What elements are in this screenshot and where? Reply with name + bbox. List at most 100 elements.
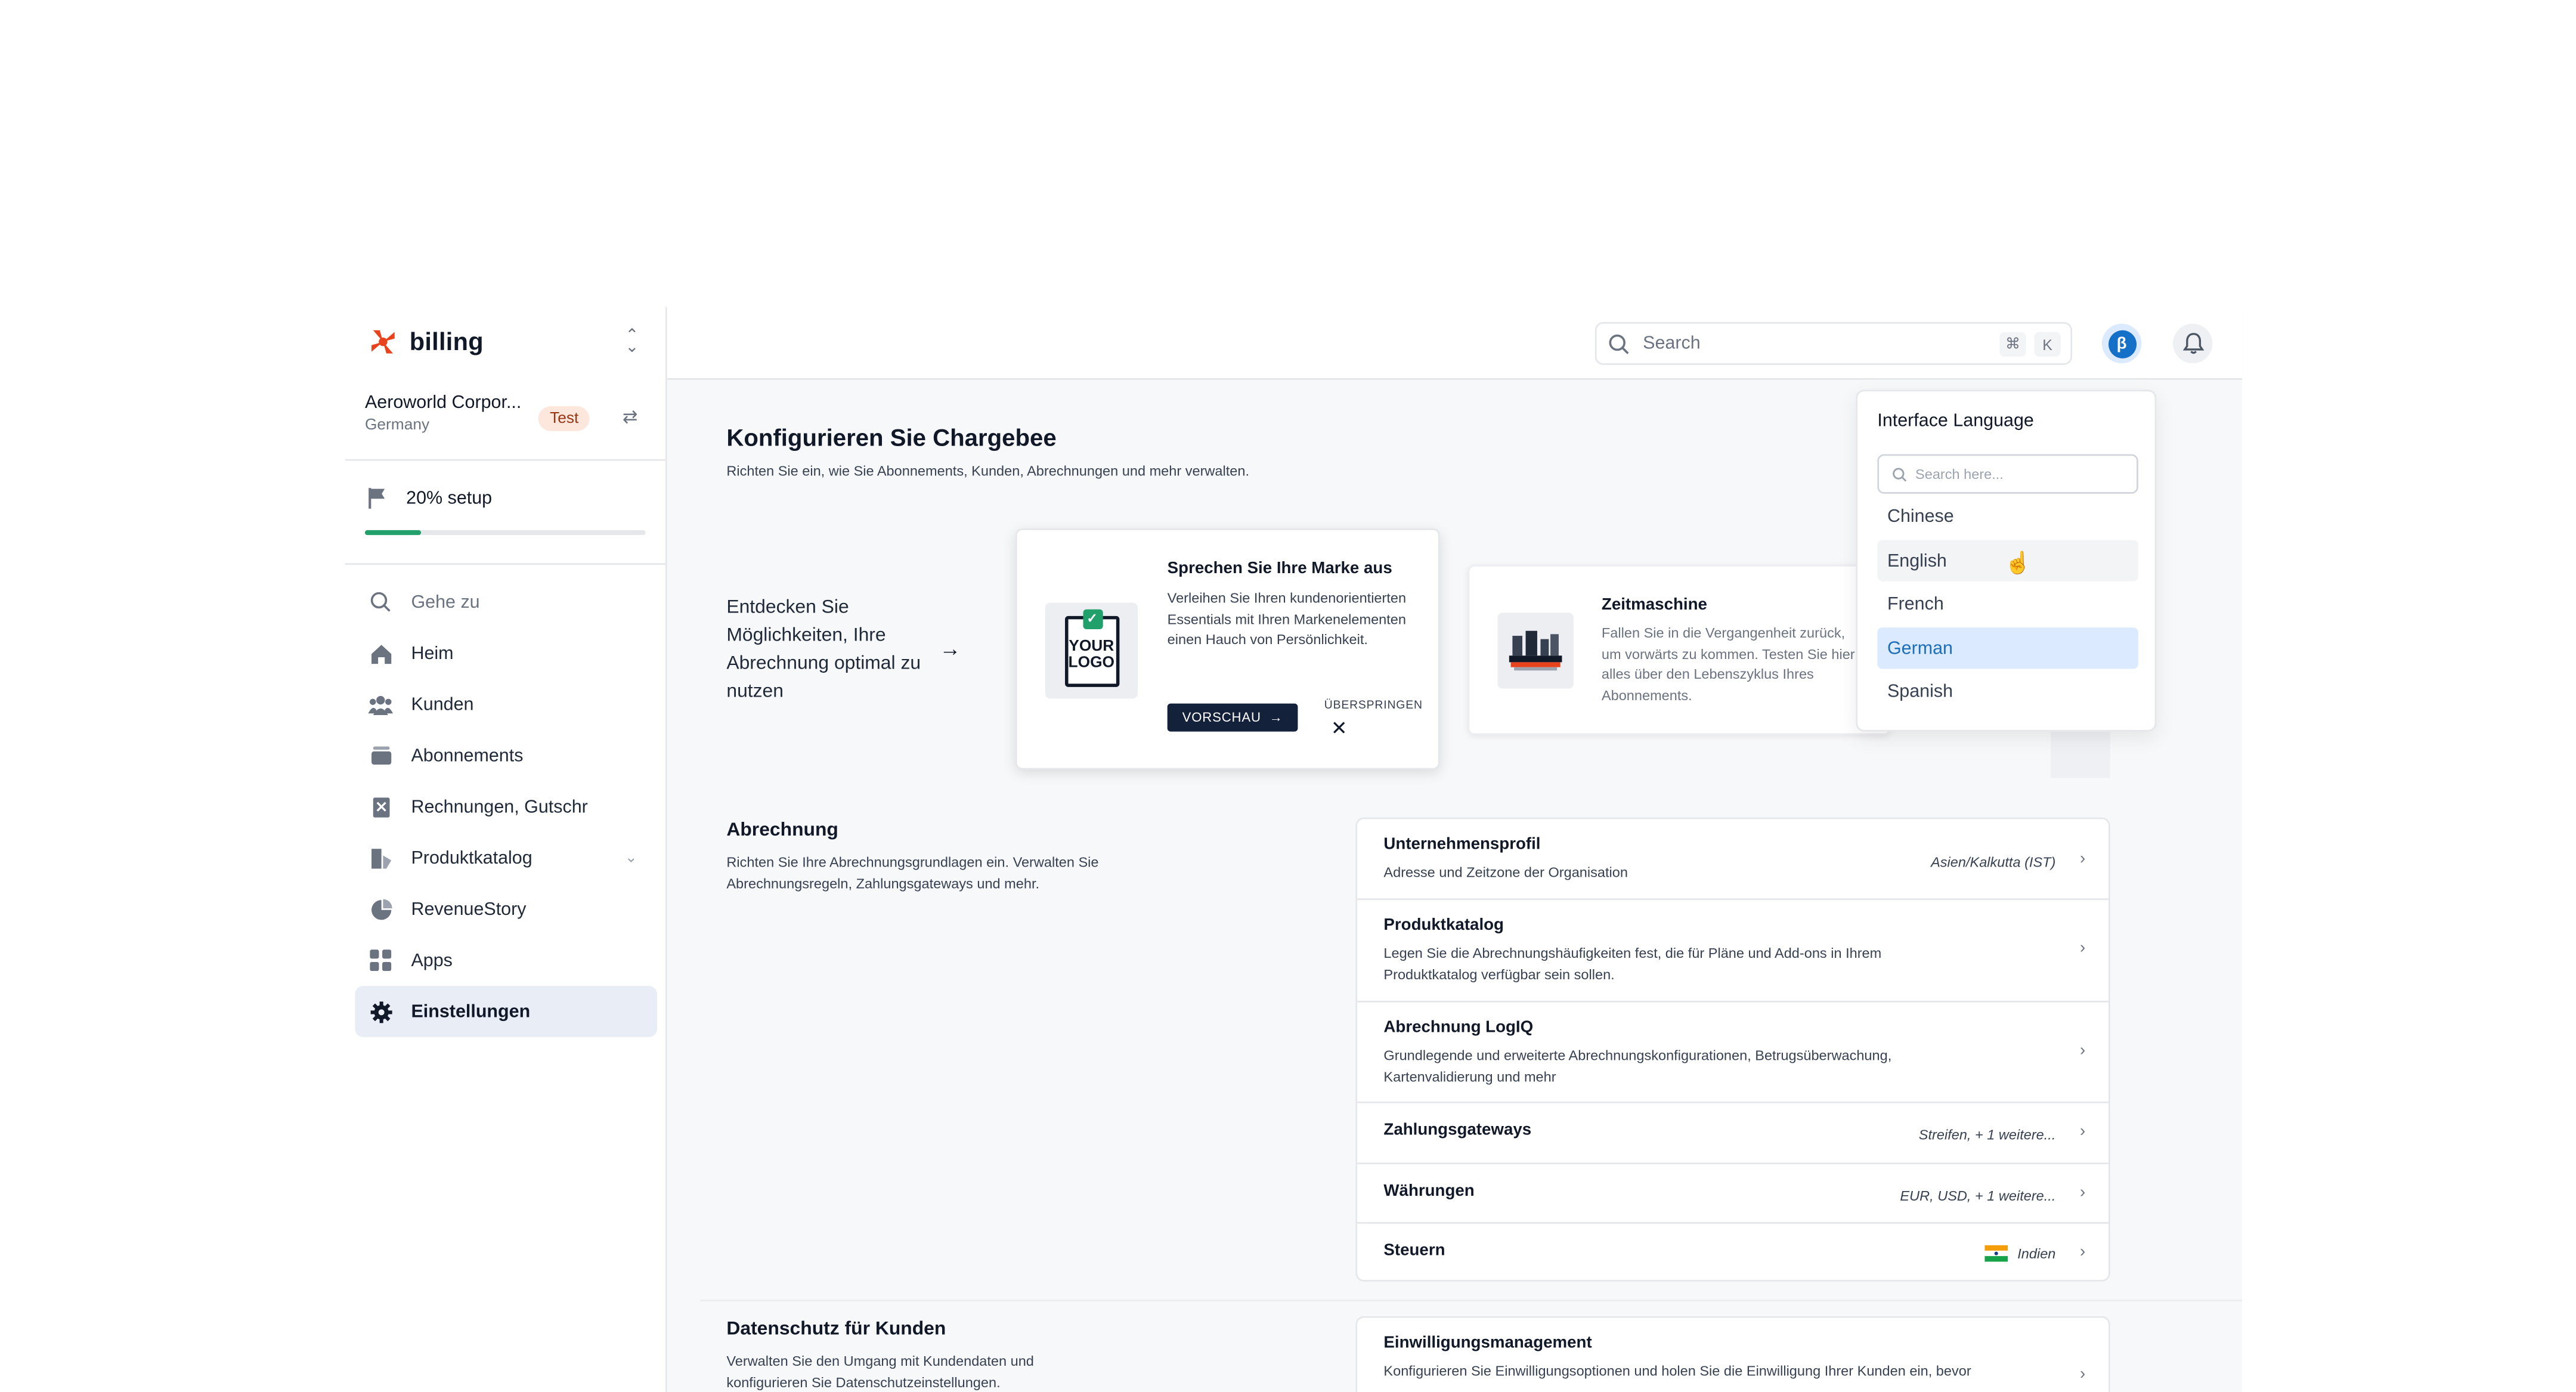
row-title: Unternehmensprofil bbox=[1383, 836, 1541, 854]
logo-text-line1: YOUR bbox=[1069, 637, 1114, 656]
chevron-down-icon[interactable]: ⌄ bbox=[625, 849, 637, 867]
preview-button[interactable]: VORSCHAU → bbox=[1167, 703, 1298, 732]
sidebar-item-customers[interactable]: Kunden bbox=[355, 679, 657, 730]
sidebar-item-apps[interactable]: Apps bbox=[355, 935, 657, 986]
test-mode-badge: Test bbox=[538, 406, 590, 431]
shortcut-k-key: K bbox=[2034, 332, 2061, 357]
settings-row-taxes[interactable]: Steuern Indien › bbox=[1357, 1224, 2109, 1280]
setup-progress-link[interactable]: 20% setup bbox=[365, 485, 492, 511]
language-search-input[interactable]: Search here... bbox=[1877, 454, 2138, 494]
global-search-input[interactable]: Search ⌘ K bbox=[1594, 321, 2073, 365]
check-icon: ✓ bbox=[1082, 608, 1103, 629]
section-divider bbox=[700, 1300, 2243, 1301]
chevron-right-icon: › bbox=[2079, 1243, 2086, 1262]
settings-row-payment-gateways[interactable]: Zahlungsgateways Streifen, + 1 weitere..… bbox=[1357, 1103, 2109, 1165]
row-value: Indien bbox=[1984, 1245, 2056, 1262]
time-machine-illustration bbox=[1497, 613, 1574, 689]
settings-row-company-profile[interactable]: Unternehmensprofil Adresse und Zeitzone … bbox=[1357, 819, 2109, 901]
sidebar-nav: Gehe zu Heim Kunden Abonnements Rechnung… bbox=[355, 576, 658, 1037]
bell-icon bbox=[2182, 333, 2204, 354]
invoice-icon bbox=[368, 794, 393, 819]
arrow-right-icon[interactable]: → bbox=[940, 636, 961, 661]
switch-site-icon[interactable]: ⇄ bbox=[623, 406, 638, 428]
settings-row-consent-management[interactable]: Einwilligungsmanagement Konfigurieren Si… bbox=[1357, 1318, 2109, 1392]
language-option-french[interactable]: French bbox=[1877, 583, 2138, 624]
beta-language-button[interactable]: β bbox=[2101, 323, 2142, 364]
setup-label: 20% setup bbox=[406, 488, 493, 508]
tax-country: Indien bbox=[2017, 1245, 2056, 1262]
dropdown-title: Interface Language bbox=[1877, 411, 2034, 431]
sidebar-item-label: Gehe zu bbox=[411, 592, 480, 612]
language-option-german[interactable]: German bbox=[1877, 627, 2138, 669]
time-machine-title: Zeitmaschine bbox=[1601, 596, 1707, 615]
row-desc: Konfigurieren Sie Einwilligungsoptionen … bbox=[1383, 1362, 1971, 1379]
beta-icon: β bbox=[2107, 329, 2136, 358]
row-title: Produktkatalog bbox=[1383, 916, 1504, 935]
brand-card-title: Sprechen Sie Ihre Marke aus bbox=[1167, 559, 1392, 579]
hand-cursor-icon: ☝ bbox=[2004, 550, 2032, 575]
close-icon[interactable]: ✕ bbox=[1331, 717, 1348, 740]
sidebar-item-invoices[interactable]: Rechnungen, Gutschr bbox=[355, 781, 657, 833]
divider bbox=[345, 563, 667, 565]
setup-progress-bar bbox=[364, 530, 646, 536]
sidebar-item-settings[interactable]: Einstellungen bbox=[355, 986, 658, 1037]
sidebar-item-home[interactable]: Heim bbox=[355, 627, 657, 679]
row-title: Abrechnung LogIQ bbox=[1383, 1019, 1534, 1037]
notifications-button[interactable] bbox=[2173, 323, 2213, 364]
language-option-spanish[interactable]: Spanish bbox=[1877, 670, 2138, 712]
sidebar-item-label: Kunden bbox=[411, 694, 474, 714]
india-flag-icon bbox=[1984, 1245, 2008, 1262]
preview-button-label: VORSCHAU bbox=[1182, 710, 1261, 725]
sidebar-item-label: Rechnungen, Gutschr bbox=[411, 797, 588, 817]
settings-row-billing-logiq[interactable]: Abrechnung LogIQ Grundlegende und erweit… bbox=[1357, 1003, 2109, 1103]
gear-icon bbox=[368, 999, 393, 1024]
row-value: EUR, USD, + 1 weitere... bbox=[1900, 1187, 2056, 1204]
search-placeholder: Search bbox=[1643, 333, 1701, 354]
chevron-right-icon: › bbox=[2079, 1042, 2086, 1060]
language-option-chinese[interactable]: Chinese bbox=[1877, 496, 2138, 537]
org-switcher[interactable]: Aeroworld Corpor... Germany bbox=[365, 393, 649, 434]
row-value: Streifen, + 1 weitere... bbox=[1918, 1126, 2056, 1143]
divider bbox=[345, 459, 667, 461]
skip-link[interactable]: ÜBERSPRINGEN bbox=[1324, 700, 1423, 712]
customers-icon bbox=[368, 692, 394, 717]
workspace-switch-icon[interactable]: ⌃ ⌄ bbox=[625, 328, 639, 356]
chevron-right-icon: › bbox=[2079, 1184, 2086, 1202]
privacy-section-title: Datenschutz für Kunden bbox=[726, 1319, 946, 1340]
sidebar-item-goto[interactable]: Gehe zu bbox=[355, 576, 657, 627]
search-icon bbox=[1893, 467, 1907, 481]
top-bar: Search ⌘ K β bbox=[667, 307, 2243, 380]
pie-chart-icon bbox=[368, 897, 393, 922]
sidebar-item-label: Produktkatalog bbox=[411, 847, 532, 868]
billing-section-title: Abrechnung bbox=[726, 821, 838, 841]
sidebar: billing ⌃ ⌄ Aeroworld Corpor... Germany T… bbox=[345, 307, 667, 1392]
row-title: Steuern bbox=[1383, 1242, 1445, 1260]
chevron-right-icon: › bbox=[2079, 939, 2086, 958]
settings-row-currencies[interactable]: Währungen EUR, USD, + 1 weitere... › bbox=[1357, 1164, 2109, 1224]
card-shadow-edge bbox=[2051, 731, 2110, 778]
search-icon bbox=[368, 590, 393, 615]
row-desc: Legen Sie die Abrechnungshäufigkeiten fe… bbox=[1383, 944, 1882, 983]
row-title: Einwilligungsmanagement bbox=[1383, 1334, 1592, 1353]
brand-name: billing bbox=[409, 327, 484, 356]
search-icon bbox=[1609, 333, 1629, 354]
row-desc: Adresse und Zeitzone der Organisation bbox=[1383, 864, 1628, 880]
billing-settings-list: Unternehmensprofil Adresse und Zeitzone … bbox=[1355, 817, 2110, 1282]
chevron-right-icon: › bbox=[2079, 1122, 2086, 1142]
subscriptions-icon bbox=[368, 743, 393, 768]
logo-text-line2: LOGO bbox=[1068, 654, 1115, 672]
your-logo-illustration: ✓ YOUR LOGO bbox=[1045, 602, 1138, 699]
brand-card-text: Verleihen Sie Ihren kundenorientierten E… bbox=[1167, 589, 1407, 648]
settings-row-product-catalog[interactable]: Produktkatalog Legen Sie die Abrechnungs… bbox=[1357, 900, 2109, 1003]
page-subtitle: Richten Sie ein, wie Sie Abonnements, Ku… bbox=[726, 462, 1250, 480]
logo-clipboard: ✓ YOUR LOGO bbox=[1064, 608, 1119, 686]
sidebar-item-revenuestory[interactable]: RevenueStory bbox=[355, 883, 657, 935]
sidebar-item-product-catalog[interactable]: Produktkatalog ⌄ bbox=[355, 833, 657, 884]
sidebar-item-label: Apps bbox=[411, 950, 453, 970]
brand[interactable]: billing bbox=[368, 327, 484, 357]
row-value: Asien/Kalkutta (IST) bbox=[1931, 853, 2056, 871]
time-machine-card[interactable]: Zeitmaschine Fallen Sie in die Vergangen… bbox=[1467, 564, 1891, 735]
billing-section-desc: Richten Sie Ihre Abrechnungsgrundlagen e… bbox=[726, 853, 1099, 891]
privacy-section-desc: Verwalten Sie den Umgang mit Kundendaten… bbox=[726, 1352, 1034, 1390]
sidebar-item-subscriptions[interactable]: Abonnements bbox=[355, 730, 657, 781]
